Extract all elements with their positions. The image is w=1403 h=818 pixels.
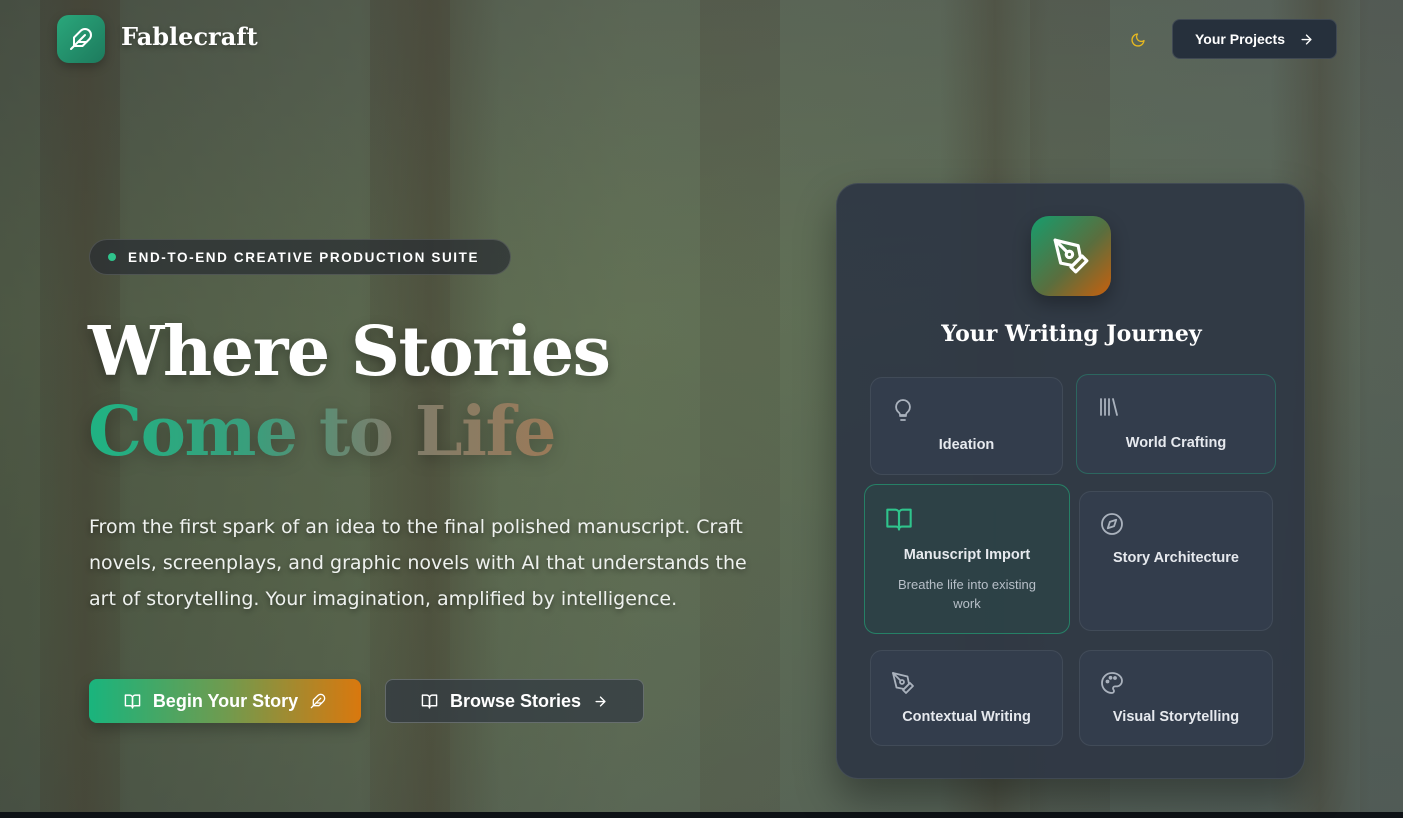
suite-badge: END-TO-END CREATIVE PRODUCTION SUITE: [89, 239, 511, 275]
browse-stories-label: Browse Stories: [449, 690, 582, 711]
card-manuscript-import-subtitle: Breathe life into existing work: [897, 577, 1037, 611]
your-projects-button[interactable]: Your Projects: [1172, 19, 1337, 59]
moon-icon: [1131, 33, 1145, 47]
feather-icon: [70, 28, 92, 50]
card-ideation-title: Ideation: [938, 437, 995, 453]
card-ideation[interactable]: Ideation: [870, 377, 1063, 475]
hero-description: From the first spark of an idea to the f…: [89, 516, 747, 610]
compass-icon: [1101, 513, 1123, 535]
pen-tool-icon: [892, 672, 914, 694]
card-contextual-writing[interactable]: Contextual Writing: [870, 650, 1063, 746]
lightbulb-icon: [895, 399, 911, 421]
palette-icon: [1101, 672, 1123, 694]
card-contextual-writing-title: Contextual Writing: [902, 709, 1031, 725]
writing-journey-panel: Your Writing Journey Ideation World Craf…: [836, 183, 1305, 779]
card-story-architecture-title: Story Architecture: [1113, 550, 1239, 566]
library-icon: [1100, 398, 1118, 416]
pen-tool-icon: [1053, 238, 1089, 274]
your-projects-label: Your Projects: [1195, 31, 1285, 47]
begin-your-story-label: Begin Your Story: [152, 690, 299, 711]
card-manuscript-import-title: Manuscript Import: [903, 547, 1031, 563]
brand-name[interactable]: Fablecraft: [121, 22, 258, 51]
hero-title-line2: Come to Life: [88, 392, 556, 472]
card-world-crafting-title: World Crafting: [1125, 435, 1227, 451]
book-open-icon: [124, 693, 141, 709]
hero-title-line1: Where Stories: [88, 312, 611, 392]
journey-logo: [1031, 216, 1111, 296]
browse-stories-button[interactable]: Browse Stories: [385, 679, 644, 723]
theme-toggle-button[interactable]: [1127, 29, 1149, 51]
book-open-icon: [421, 693, 438, 709]
suite-badge-label: END-TO-END CREATIVE PRODUCTION SUITE: [128, 249, 480, 265]
open-book-icon: [886, 508, 912, 531]
card-visual-storytelling-title: Visual Storytelling: [1112, 709, 1240, 725]
card-manuscript-import[interactable]: Manuscript Import Breathe life into exis…: [864, 484, 1070, 634]
card-story-architecture[interactable]: Story Architecture: [1079, 491, 1273, 631]
card-visual-storytelling[interactable]: Visual Storytelling: [1079, 650, 1273, 746]
arrow-right-icon: [1301, 33, 1312, 45]
arrow-right-icon: [595, 695, 606, 707]
logo[interactable]: [57, 15, 105, 63]
begin-your-story-button[interactable]: Begin Your Story: [89, 679, 361, 723]
feather-icon: [310, 693, 326, 709]
card-world-crafting[interactable]: World Crafting: [1076, 374, 1276, 474]
status-dot: [108, 253, 116, 261]
bottom-edge: [0, 812, 1403, 818]
journey-title: Your Writing Journey: [941, 321, 1202, 347]
